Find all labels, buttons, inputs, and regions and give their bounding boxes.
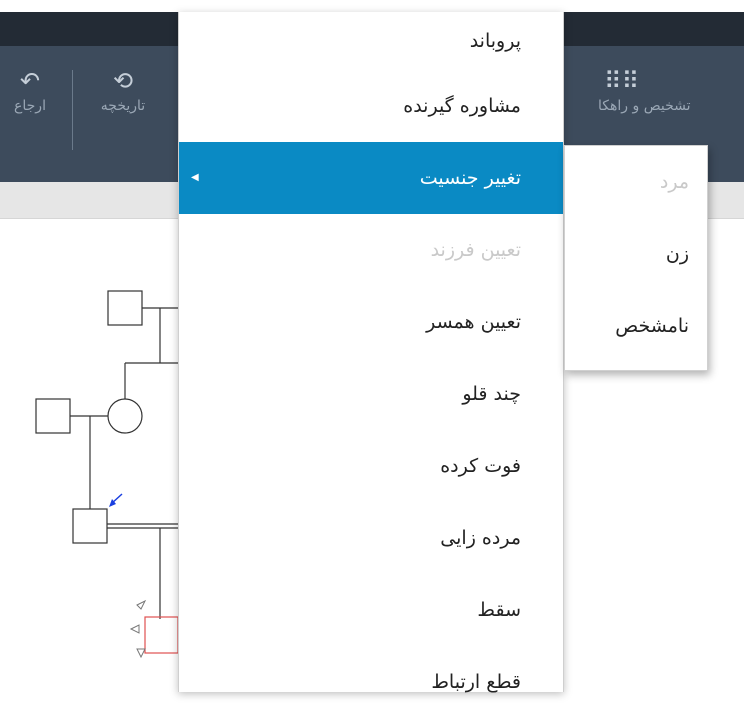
menu-item-proband[interactable]: پروباند [179, 12, 563, 70]
history-button[interactable]: ⟲ تاریخچه [84, 64, 162, 154]
menu-item-label: پروباند [469, 30, 521, 52]
pedigree-proband-node [72, 508, 108, 544]
menu-item-consultand[interactable]: مشاوره گیرنده [179, 70, 563, 142]
menu-item-label: چند قلو [462, 383, 521, 405]
submenu-arrow-icon: ◀ [191, 172, 199, 183]
refer-button[interactable]: ↶ ارجاع [0, 64, 60, 154]
pedigree-female-node [107, 398, 143, 434]
selected-node [144, 616, 179, 654]
toolbar-top-strip [0, 0, 744, 12]
pedigree-male-node [35, 398, 71, 434]
submenu-item-unknown[interactable]: نامشخص [565, 290, 707, 362]
menu-item-change-gender[interactable]: تغییر جنسیت ◀ [179, 142, 563, 214]
grid-icon: ⠿⠿ [604, 67, 640, 95]
history-label: تاریخچه [100, 98, 146, 114]
submenu-item-label: مرد [659, 171, 689, 193]
menu-item-label: تعیین همسر [426, 311, 521, 333]
menu-item-label: قطع ارتباط [431, 671, 521, 693]
menu-item-multiple-birth[interactable]: چند قلو [179, 358, 563, 430]
toolbar-separator [72, 70, 73, 150]
menu-item-set-child: تعیین فرزند [179, 214, 563, 286]
refer-label: ارجاع [14, 98, 46, 114]
menu-item-stillbirth[interactable]: مرده زایی [179, 502, 563, 574]
context-menu: پروباند مشاوره گیرنده تغییر جنسیت ◀ تعیی… [178, 12, 564, 693]
pedigree-male-node [107, 290, 143, 326]
menu-item-set-spouse[interactable]: تعیین همسر [179, 286, 563, 358]
history-icon: ⟲ [112, 67, 134, 95]
submenu-item-label: نامشخص [615, 315, 689, 337]
gender-submenu: مرد زن نامشخص [564, 145, 708, 371]
diagnosis-label: تشخیص و راهکا [598, 98, 691, 114]
menu-item-label: فوت کرده [440, 455, 521, 477]
menu-item-label: مشاوره گیرنده [403, 95, 521, 117]
proband-arrow-icon [109, 493, 123, 507]
menu-item-disconnect[interactable]: قطع ارتباط [179, 646, 563, 718]
undo-icon: ↶ [19, 67, 41, 95]
menu-item-label: تعیین فرزند [430, 239, 521, 261]
diagnosis-button[interactable]: ⠿⠿ تشخیص و راهکا [598, 64, 744, 154]
menu-item-miscarriage[interactable]: سقط [179, 574, 563, 646]
menu-item-label: تغییر جنسیت [419, 167, 521, 189]
submenu-item-female[interactable]: زن [565, 218, 707, 290]
menu-item-deceased[interactable]: فوت کرده [179, 430, 563, 502]
menu-item-label: سقط [477, 599, 521, 621]
submenu-item-male: مرد [565, 146, 707, 218]
menu-item-label: مرده زایی [440, 527, 521, 549]
submenu-item-label: زن [665, 243, 689, 265]
